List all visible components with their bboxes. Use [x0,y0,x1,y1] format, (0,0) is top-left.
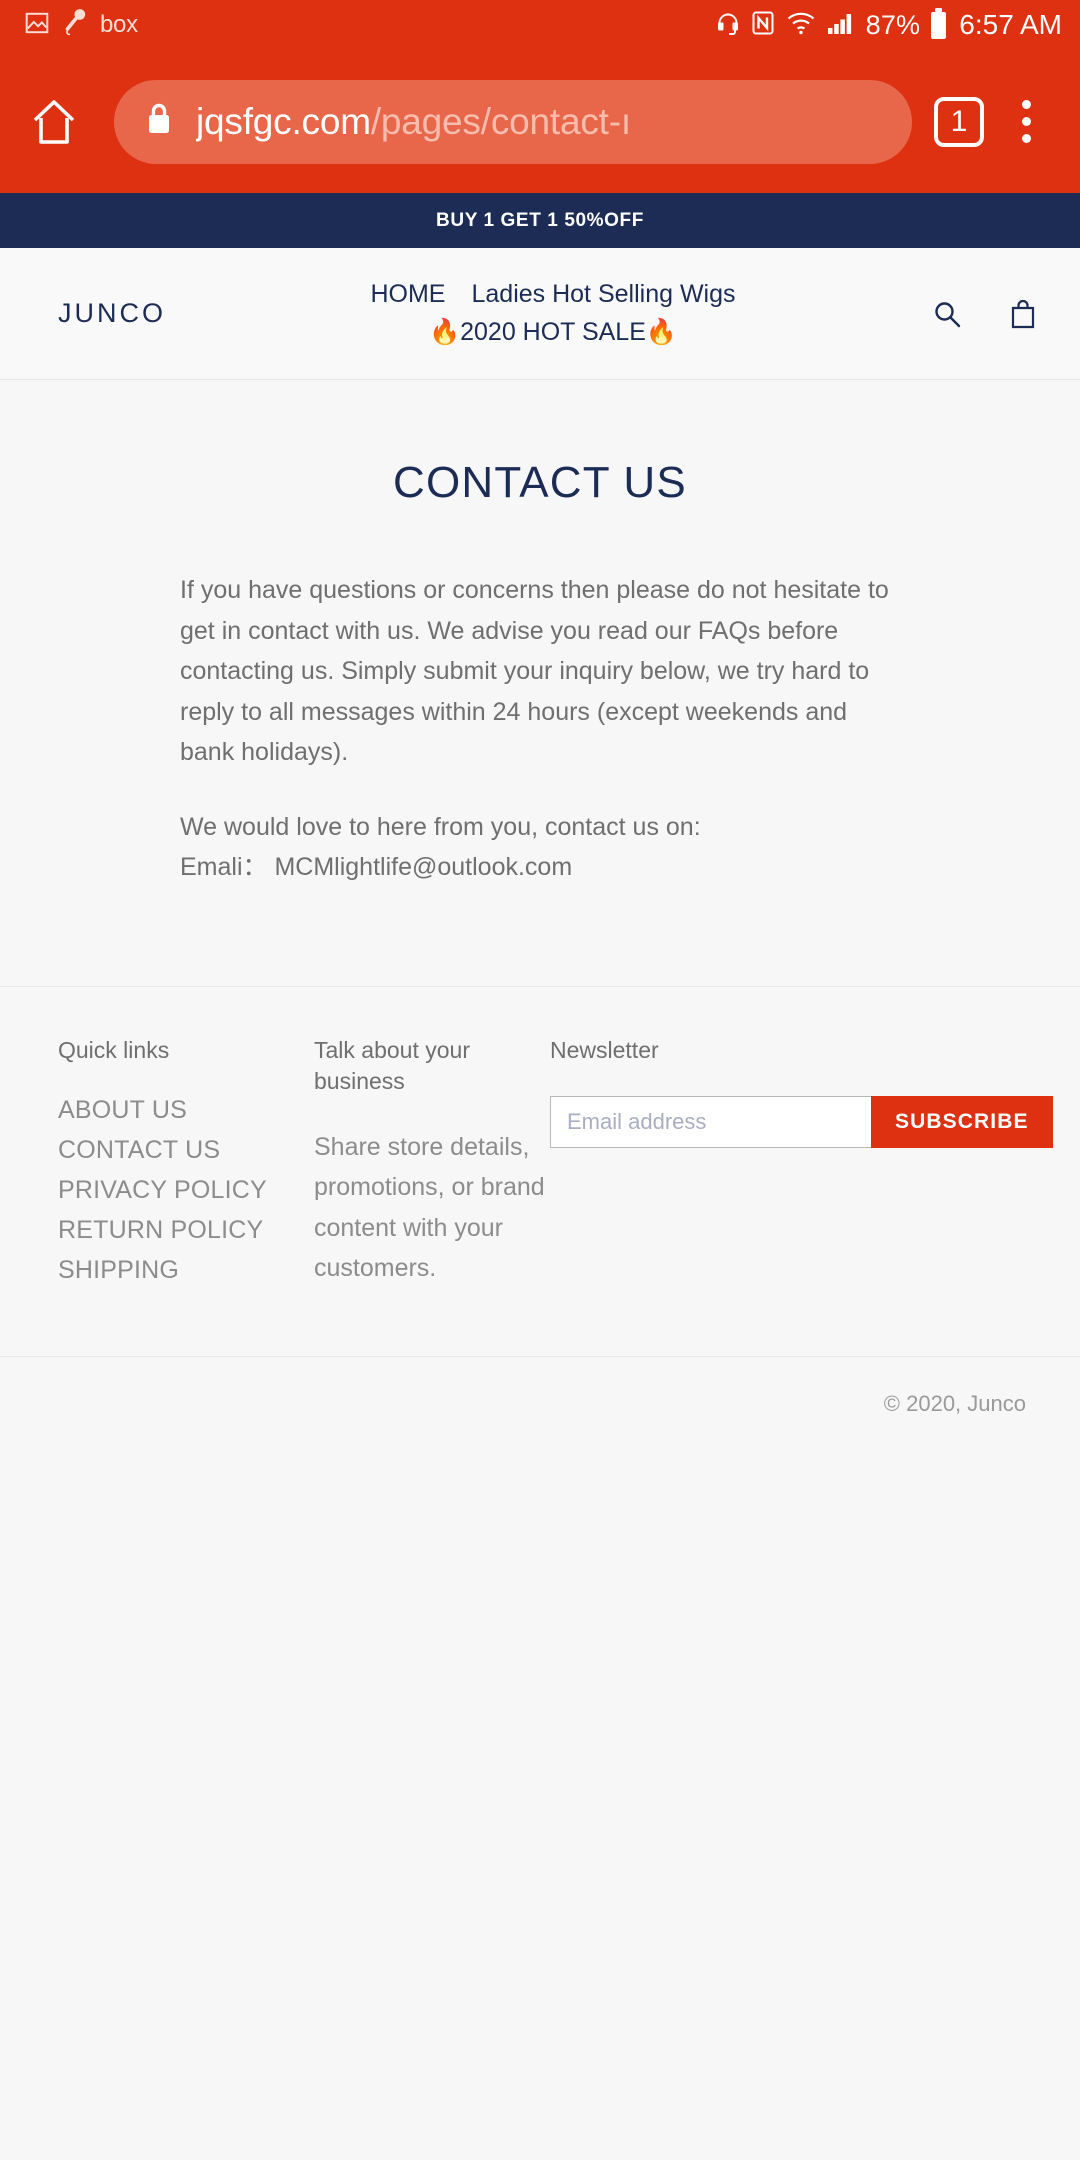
contact-paragraph-2: We would love to here from you, contact … [180,812,701,882]
header-actions [924,291,1046,337]
list-item: CONTACT US [58,1136,314,1165]
footer-about-block: Talk about your business Share store det… [314,1035,550,1289]
list-item: PRIVACY POLICY [58,1176,314,1205]
browser-toolbar: jqsfgc.com/pages/contact-ı 1 [0,50,1080,193]
copyright-text: © 2020, Junco [883,1390,1026,1416]
nfc-icon [751,10,775,41]
battery-icon [931,7,947,39]
footer-link-shipping[interactable]: SHIPPING [58,1256,179,1284]
footer-quick-links-heading: Quick links [58,1036,170,1063]
list-item: SHIPPING [58,1256,314,1285]
footer-quick-links: Quick links ABOUT US CONTACT US PRIVACY … [58,1035,314,1296]
overflow-menu-icon[interactable] [998,90,1054,154]
footer-link-return-policy[interactable]: RETURN POLICY [58,1216,263,1244]
contact-paragraph-1: If you have questions or concerns then p… [180,576,889,766]
status-bar-right: 87% 6:57 AM [716,7,1062,41]
announcement-text: BUY 1 GET 1 50%OFF [436,209,644,231]
page-title: CONTACT US [393,458,687,507]
footer-newsletter-block: Newsletter SUBSCRIBE [550,1035,1053,1148]
footer-link-about-us[interactable]: ABOUT US [58,1096,187,1124]
contact-body: If you have questions or concerns then p… [140,570,940,888]
nav-item-home[interactable]: HOME [370,279,445,310]
headset-icon [716,10,740,41]
home-icon[interactable] [22,90,86,154]
footer-bottom-bar: © 2020, Junco [0,1355,1080,1451]
wifi-icon [786,10,816,41]
url-text: jqsfgc.com/pages/contact-ı [196,101,631,143]
footer-newsletter-heading: Newsletter [550,1036,659,1063]
status-bar-left: box [24,8,138,43]
subscribe-button[interactable]: SUBSCRIBE [871,1095,1053,1148]
clock-label: 6:57 AM [959,9,1062,40]
signal-icon [827,10,855,41]
list-item: RETURN POLICY [58,1216,314,1245]
status-bar: box 87% 6:57 AM [0,0,1080,50]
lock-icon [144,100,174,143]
site-header: JUNCO HOME Ladies Hot Selling Wigs 🔥2020… [0,248,1080,380]
shopping-bag-icon[interactable] [1000,291,1046,337]
footer-link-list: ABOUT US CONTACT US PRIVACY POLICY RETUR… [58,1096,314,1285]
url-domain: jqsfgc.com [196,100,371,142]
nav-row-secondary: 🔥2020 HOT SALE🔥 [318,317,788,348]
battery-percent-label: 87% [865,9,921,40]
site-footer: Quick links ABOUT US CONTACT US PRIVACY … [0,985,1080,1356]
url-path: /pages/contact-ı [370,100,631,142]
microphone-icon [62,8,88,43]
footer-about-text: Share store details, promotions, or bran… [314,1132,545,1283]
search-icon[interactable] [924,291,970,337]
box-app-label: box [100,11,138,38]
newsletter-form: SUBSCRIBE [550,1095,1053,1148]
footer-about-heading: Talk about your business [314,1036,470,1094]
footer-link-contact-us[interactable]: CONTACT US [58,1136,220,1164]
email-field[interactable] [550,1095,871,1148]
announcement-bar[interactable]: BUY 1 GET 1 50%OFF [0,193,1080,248]
main-navigation: HOME Ladies Hot Selling Wigs 🔥2020 HOT S… [318,279,788,348]
browser-chrome: box 87% 6:57 AM jqsfgc.com/pages/contact… [0,0,1080,193]
list-item: ABOUT US [58,1096,314,1125]
nav-item-2020-hot-sale[interactable]: 🔥2020 HOT SALE🔥 [429,317,677,348]
url-bar[interactable]: jqsfgc.com/pages/contact-ı [114,79,912,164]
page-main: CONTACT US If you have questions or conc… [0,380,1080,888]
nav-item-ladies-hot-selling-wigs[interactable]: Ladies Hot Selling Wigs [471,279,735,310]
footer-link-privacy-policy[interactable]: PRIVACY POLICY [58,1176,267,1204]
tab-switcher-button[interactable]: 1 [934,96,984,147]
image-icon [24,10,50,41]
site-logo[interactable]: JUNCO [58,298,358,329]
